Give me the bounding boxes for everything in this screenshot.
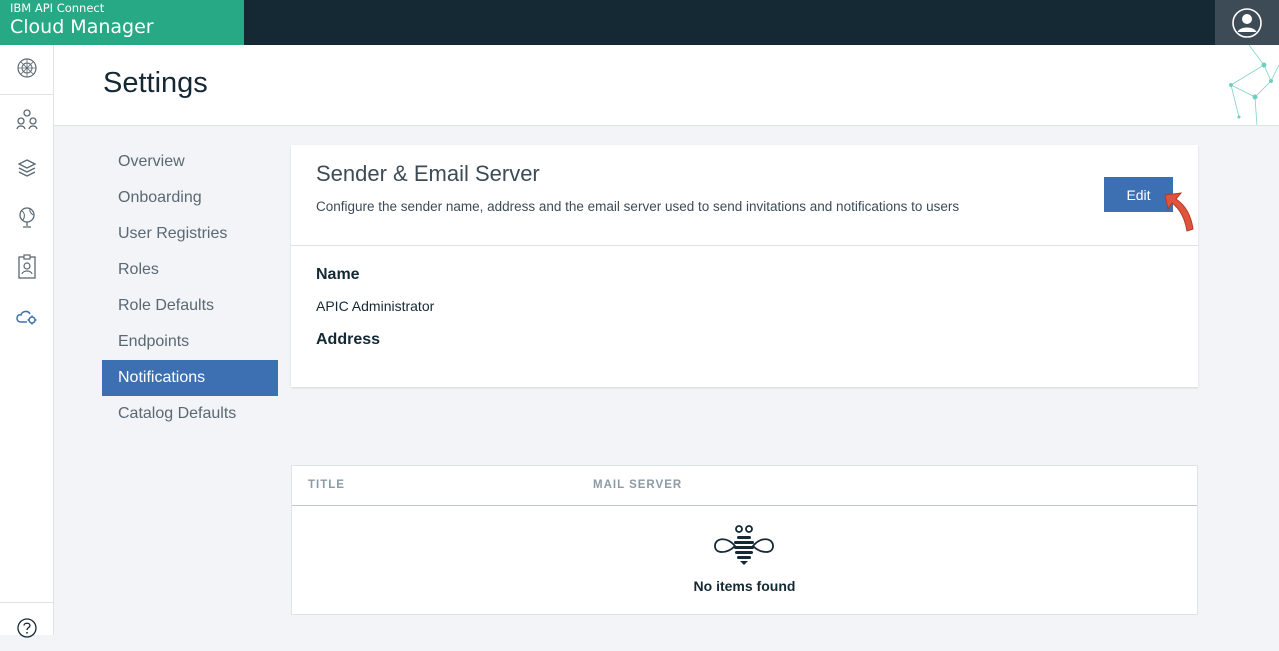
submenu-item-catalog-defaults[interactable]: Catalog Defaults bbox=[102, 396, 278, 432]
page-title: Settings bbox=[103, 67, 208, 99]
user-icon bbox=[1232, 7, 1262, 38]
page-header: Settings bbox=[54, 45, 1279, 126]
submenu-item-overview[interactable]: Overview bbox=[102, 144, 278, 180]
submenu-item-roles[interactable]: Roles bbox=[102, 252, 278, 288]
column-header-title[interactable]: TITLE bbox=[308, 479, 345, 491]
card-description: Configure the sender name, address and t… bbox=[316, 199, 960, 214]
layers-icon bbox=[17, 159, 36, 177]
globe-icon bbox=[18, 207, 35, 228]
submenu-item-notifications[interactable]: Notifications bbox=[102, 360, 278, 396]
nav-layers[interactable] bbox=[0, 145, 53, 191]
name-value: APIC Administrator bbox=[316, 298, 435, 314]
name-label: Name bbox=[316, 266, 360, 283]
mail-server-table: TITLE MAIL SERVER No items found bbox=[291, 465, 1198, 615]
card-divider bbox=[291, 245, 1198, 246]
bee-icon bbox=[714, 525, 774, 565]
submenu-item-role-defaults[interactable]: Role Defaults bbox=[102, 288, 278, 324]
submenu-item-onboarding[interactable]: Onboarding bbox=[102, 180, 278, 216]
cloud-settings-icon bbox=[15, 310, 36, 325]
top-bar: IBM API Connect Cloud Manager bbox=[0, 0, 1279, 45]
column-header-mail-server[interactable]: MAIL SERVER bbox=[593, 479, 682, 491]
pointer-arrow-icon bbox=[1164, 192, 1194, 232]
nav-home[interactable] bbox=[0, 45, 53, 91]
nav-globe[interactable] bbox=[0, 194, 53, 240]
left-nav bbox=[0, 45, 54, 638]
submenu-item-endpoints[interactable]: Endpoints bbox=[102, 324, 278, 360]
home-icon bbox=[16, 58, 37, 78]
nav-cloud-settings[interactable] bbox=[0, 294, 53, 340]
network-decoration bbox=[1229, 45, 1279, 125]
product-name: IBM API Connect bbox=[10, 1, 105, 15]
user-menu-button[interactable] bbox=[1215, 0, 1279, 45]
address-label: Address bbox=[316, 331, 381, 348]
nav-badge[interactable] bbox=[0, 244, 53, 290]
submenu-item-user-registries[interactable]: User Registries bbox=[102, 216, 278, 252]
badge-icon bbox=[17, 254, 36, 279]
nav-users[interactable] bbox=[0, 96, 53, 142]
brand[interactable]: IBM API Connect Cloud Manager bbox=[0, 0, 244, 45]
table-header: TITLE MAIL SERVER bbox=[292, 466, 1197, 506]
card-title: Sender & Email Server bbox=[316, 161, 540, 186]
nav-help[interactable] bbox=[0, 605, 53, 651]
users-icon bbox=[15, 109, 38, 130]
sender-email-card: Sender & Email Server Configure the send… bbox=[291, 145, 1198, 387]
app-name: Cloud Manager bbox=[10, 16, 154, 38]
help-icon bbox=[16, 618, 37, 638]
empty-state-text: No items found bbox=[693, 578, 796, 594]
settings-submenu: Overview Onboarding User Registries Role… bbox=[102, 144, 278, 432]
